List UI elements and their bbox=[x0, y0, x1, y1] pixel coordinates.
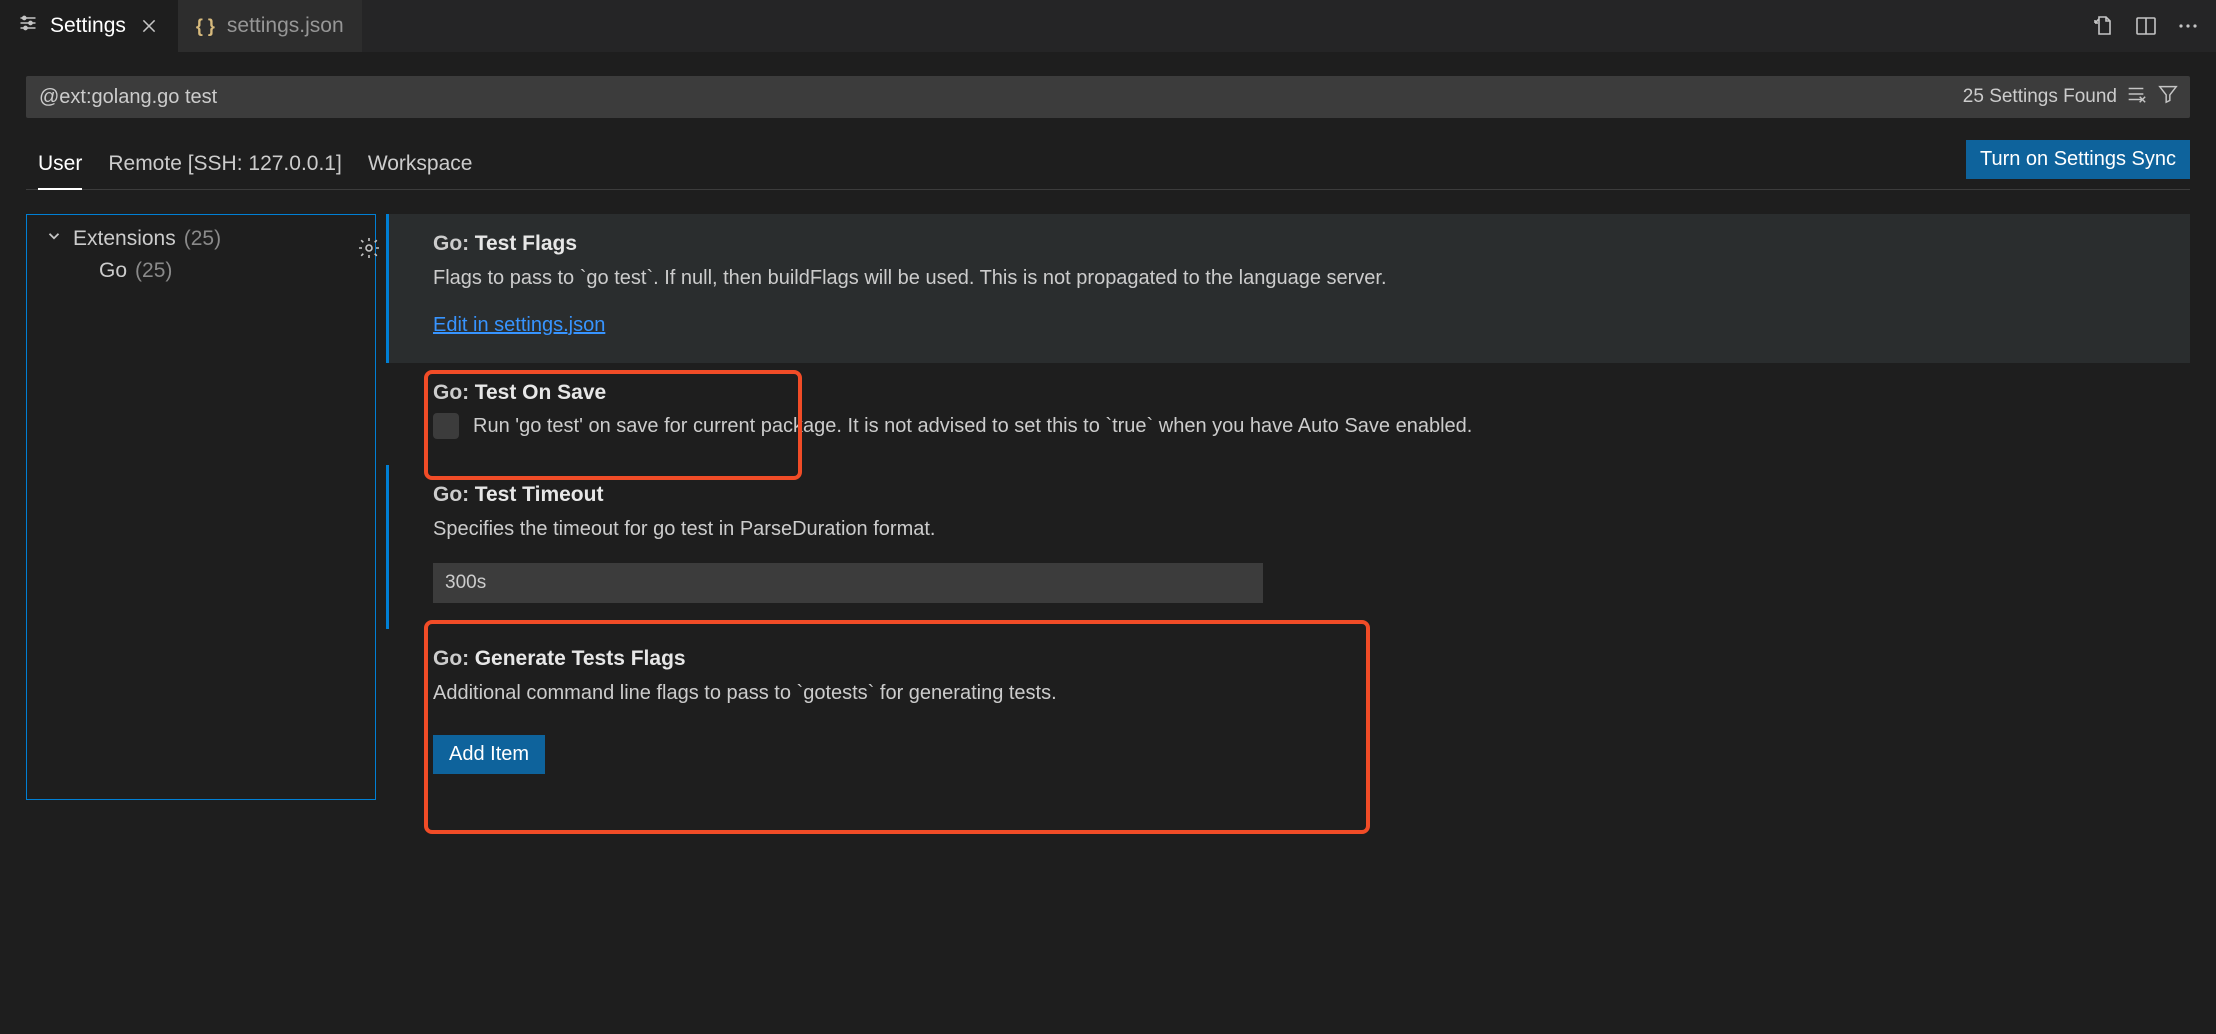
tab-settings[interactable]: Settings bbox=[0, 0, 178, 52]
setting-description: Additional command line flags to pass to… bbox=[433, 679, 2160, 707]
setting-test-timeout: Go: Test Timeout Specifies the timeout f… bbox=[386, 465, 2190, 629]
settings-search[interactable]: 25 Settings Found bbox=[26, 76, 2190, 118]
open-json-icon[interactable] bbox=[2092, 14, 2116, 38]
clear-search-icon[interactable] bbox=[2125, 83, 2147, 111]
setting-title: Test Timeout bbox=[475, 483, 604, 506]
scope-bar: User Remote [SSH: 127.0.0.1] Workspace T… bbox=[26, 140, 2190, 190]
setting-title: Generate Tests Flags bbox=[475, 647, 686, 670]
setting-category: Go: bbox=[433, 232, 469, 255]
tab-settings-label: Settings bbox=[50, 14, 126, 38]
settings-search-input[interactable] bbox=[27, 86, 1963, 109]
tab-settings-json[interactable]: { } settings.json bbox=[178, 0, 362, 52]
more-icon[interactable] bbox=[2176, 14, 2200, 38]
setting-generate-tests-flags: Go: Generate Tests Flags Additional comm… bbox=[386, 629, 2190, 800]
scope-user[interactable]: User bbox=[38, 152, 82, 190]
tab-bar: Settings { } settings.json bbox=[0, 0, 2216, 52]
settings-found-count: 25 Settings Found bbox=[1963, 86, 2125, 108]
tab-json-label: settings.json bbox=[227, 14, 344, 38]
tree-extensions[interactable]: Extensions (25) bbox=[27, 223, 375, 255]
tabbar-actions bbox=[2076, 0, 2216, 52]
gear-icon[interactable] bbox=[355, 234, 383, 262]
settings-list: Go: Test Flags Flags to pass to `go test… bbox=[376, 214, 2190, 800]
settings-sync-button[interactable]: Turn on Settings Sync bbox=[1966, 140, 2190, 179]
setting-description: Run 'go test' on save for current packag… bbox=[473, 415, 1472, 438]
close-icon[interactable] bbox=[138, 15, 160, 37]
filter-icon[interactable] bbox=[2157, 83, 2179, 111]
setting-test-flags: Go: Test Flags Flags to pass to `go test… bbox=[386, 214, 2190, 363]
chevron-down-icon bbox=[43, 227, 65, 251]
tree-extensions-count: (25) bbox=[184, 227, 221, 251]
setting-title: Test On Save bbox=[475, 381, 607, 404]
test-on-save-checkbox[interactable] bbox=[433, 413, 459, 439]
scope-workspace[interactable]: Workspace bbox=[368, 152, 473, 189]
tab-icon-settings bbox=[18, 13, 38, 39]
setting-title: Test Flags bbox=[475, 232, 577, 255]
tree-go-label: Go bbox=[99, 259, 127, 283]
setting-test-on-save: Go: Test On Save Run 'go test' on save f… bbox=[386, 363, 2190, 465]
scope-remote[interactable]: Remote [SSH: 127.0.0.1] bbox=[108, 152, 341, 189]
split-editor-icon[interactable] bbox=[2134, 14, 2158, 38]
setting-category: Go: bbox=[433, 381, 469, 404]
test-timeout-input[interactable] bbox=[433, 563, 1263, 603]
setting-category: Go: bbox=[433, 647, 469, 670]
json-icon: { } bbox=[196, 16, 215, 37]
tree-go[interactable]: Go (25) bbox=[27, 255, 375, 287]
edit-in-settings-json-link[interactable]: Edit in settings.json bbox=[433, 314, 605, 337]
tree-extensions-label: Extensions bbox=[73, 227, 176, 251]
setting-description: Flags to pass to `go test`. If null, the… bbox=[433, 264, 2160, 292]
add-item-button[interactable]: Add Item bbox=[433, 735, 545, 774]
setting-category: Go: bbox=[433, 483, 469, 506]
tree-go-count: (25) bbox=[135, 259, 172, 283]
setting-description: Specifies the timeout for go test in Par… bbox=[433, 515, 2160, 543]
settings-tree: Extensions (25) Go (25) bbox=[26, 214, 376, 800]
